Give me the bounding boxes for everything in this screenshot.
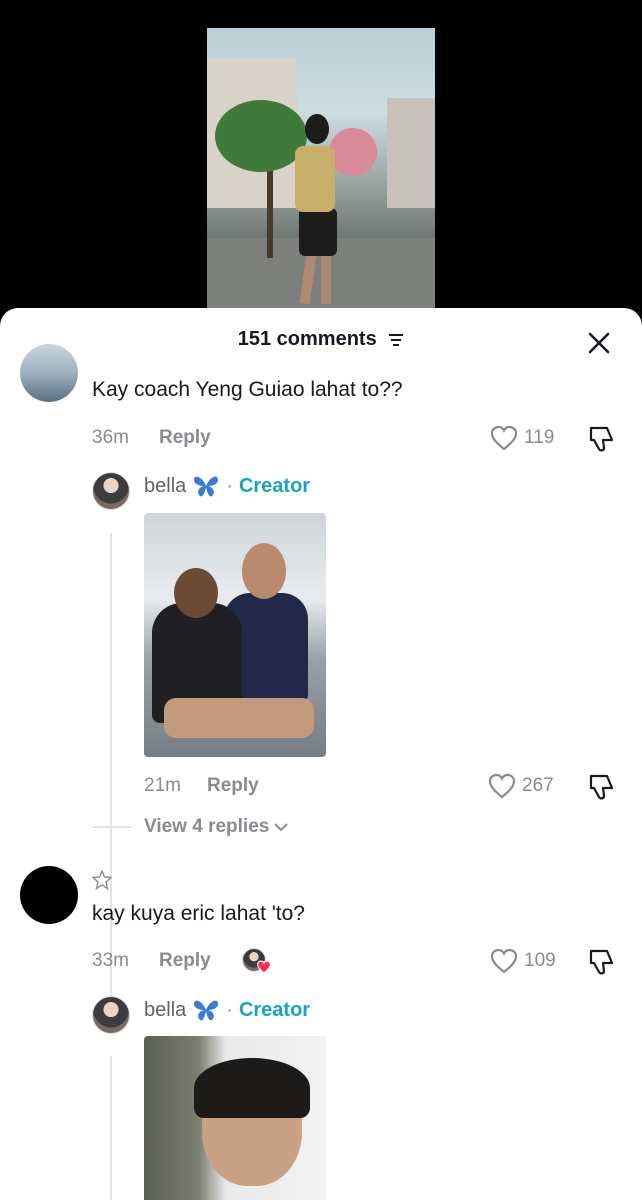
- comment-time: 36m: [92, 427, 129, 448]
- thumb-leg: [321, 254, 331, 304]
- image-person-head: [242, 543, 286, 599]
- thumb-tree: [215, 100, 307, 172]
- heart-icon: [488, 773, 516, 799]
- thread-line: [110, 1056, 112, 1200]
- video-thumbnail[interactable]: [207, 28, 435, 308]
- butterfly-emoji: [194, 1000, 219, 1021]
- creator-avatar[interactable]: [92, 472, 130, 510]
- heart-icon: [490, 425, 518, 451]
- thumb-building-right: [387, 98, 435, 208]
- separator-dot: ·: [226, 998, 233, 1021]
- like-count: 119: [524, 427, 555, 448]
- chevron-down-icon: [274, 823, 289, 832]
- like-count: 267: [522, 775, 554, 796]
- comment-text: kay kuya eric lahat 'to?: [92, 902, 305, 925]
- video-area: [0, 0, 642, 320]
- comments-sheet: 151 comments Kay coach Yeng Guiao lahat …: [0, 308, 642, 1200]
- heart-icon: [490, 948, 518, 974]
- thumb-dome: [329, 128, 377, 176]
- like-button[interactable]: 109: [490, 948, 556, 974]
- reply-author-name[interactable]: bella: [144, 475, 186, 498]
- star-icon: [92, 870, 112, 890]
- comment-time: 33m: [92, 950, 129, 971]
- sort-icon[interactable]: [388, 333, 404, 347]
- dislike-icon[interactable]: [586, 772, 616, 802]
- comment-count: 151 comments: [237, 328, 377, 350]
- dislike-icon[interactable]: [586, 424, 616, 454]
- reply-author-name[interactable]: bella: [144, 999, 186, 1022]
- reply-button[interactable]: Reply: [159, 950, 211, 972]
- reply-media-image[interactable]: [144, 513, 326, 757]
- creator-label: Creator: [238, 998, 311, 1021]
- like-count: 109: [524, 950, 556, 971]
- image-legs: [164, 698, 314, 738]
- image-hair: [194, 1058, 310, 1118]
- thumb-person-head: [305, 114, 329, 144]
- comment-text: Kay coach Yeng Guiao lahat to??: [92, 378, 403, 401]
- reply-time: 21m: [144, 775, 181, 796]
- thread-line: [110, 533, 112, 999]
- separator-dot: ·: [226, 474, 233, 497]
- butterfly-emoji: [194, 476, 219, 497]
- creator-liked-badge: [242, 948, 272, 976]
- like-button[interactable]: 267: [488, 773, 554, 799]
- dislike-icon[interactable]: [586, 947, 616, 977]
- creator-avatar[interactable]: [92, 996, 130, 1034]
- view-replies-label: View 4 replies: [144, 816, 270, 837]
- thumb-person-shorts: [299, 208, 337, 256]
- reply-button[interactable]: Reply: [207, 775, 259, 797]
- view-replies-divider: [92, 826, 132, 828]
- image-person-head: [174, 568, 218, 618]
- comments-header[interactable]: 151 comments: [0, 328, 642, 351]
- commenter-avatar[interactable]: [20, 344, 78, 402]
- thumb-person-top: [295, 146, 335, 212]
- reply-button[interactable]: Reply: [159, 427, 211, 449]
- like-button[interactable]: 119: [490, 425, 554, 451]
- view-replies-button[interactable]: View 4 replies: [144, 816, 289, 838]
- heart-badge-icon: [256, 960, 272, 974]
- reply-author-row: bella · Creator: [144, 474, 310, 498]
- commenter-avatar[interactable]: [20, 866, 78, 924]
- reply-media-image[interactable]: [144, 1036, 326, 1200]
- thumb-tree-trunk: [267, 168, 273, 258]
- close-icon[interactable]: [584, 328, 614, 358]
- reply-author-row: bella · Creator: [144, 998, 310, 1022]
- creator-label: Creator: [238, 474, 311, 497]
